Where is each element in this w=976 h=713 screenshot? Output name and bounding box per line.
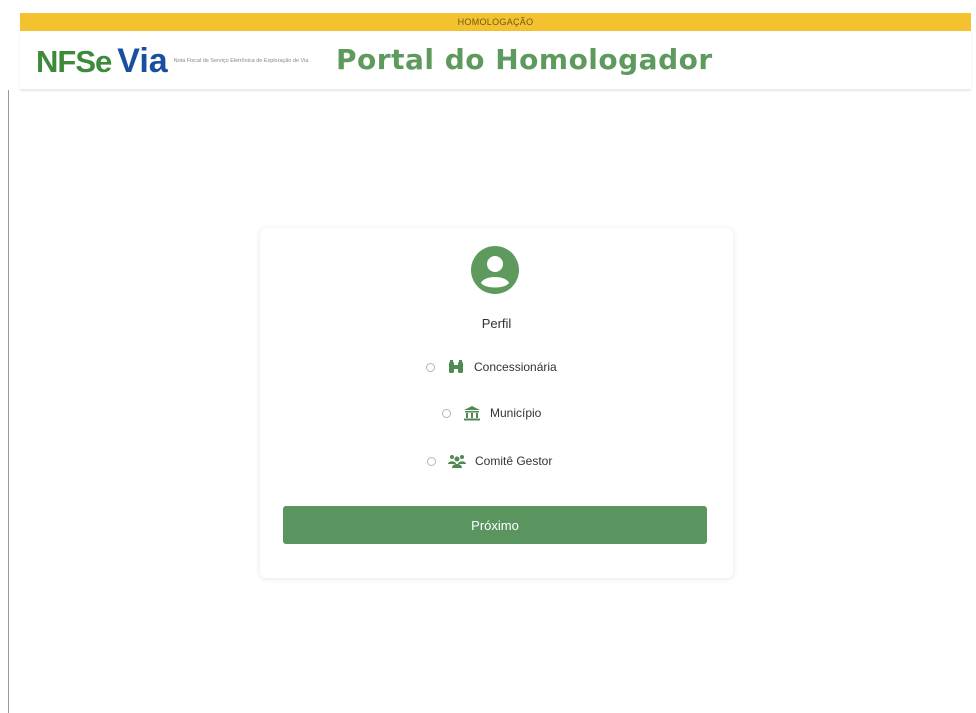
comite-gestor-radio[interactable] [427, 456, 436, 466]
option-concessionaria[interactable]: Concessionária [426, 359, 557, 375]
logo-via-text: Via [117, 42, 168, 80]
next-button[interactable]: Próximo [283, 506, 707, 544]
page-left-rule [8, 90, 9, 713]
environment-banner: HOMOLOGAÇÃO [20, 13, 971, 31]
profile-selection-card: Perfil Concessionária Município Comitê G… [260, 228, 733, 578]
landmark-icon [463, 405, 481, 421]
page-title: Portal do Homologador [336, 43, 713, 76]
concessionaria-label: Concessionária [474, 360, 557, 374]
binoculars-icon [447, 359, 465, 375]
nfse-via-logo: NFSe Via Nota Fiscal de Serviço Eletrôni… [36, 41, 314, 81]
municipio-radio[interactable] [442, 408, 451, 418]
user-avatar-icon [470, 245, 520, 295]
option-municipio[interactable]: Município [442, 405, 541, 421]
comite-gestor-label: Comitê Gestor [475, 454, 553, 468]
users-icon [448, 453, 466, 469]
option-comite-gestor[interactable]: Comitê Gestor [427, 453, 552, 469]
page-header: NFSe Via Nota Fiscal de Serviço Eletrôni… [20, 31, 971, 90]
municipio-label: Município [490, 406, 542, 420]
logo-tagline: Nota Fiscal de Serviço Eletrônica de Exp… [173, 57, 309, 64]
logo-nfse-text: NFSe [36, 43, 112, 79]
profile-heading: Perfil [481, 316, 512, 331]
concessionaria-radio[interactable] [426, 362, 435, 372]
environment-banner-text: HOMOLOGAÇÃO [457, 17, 534, 27]
